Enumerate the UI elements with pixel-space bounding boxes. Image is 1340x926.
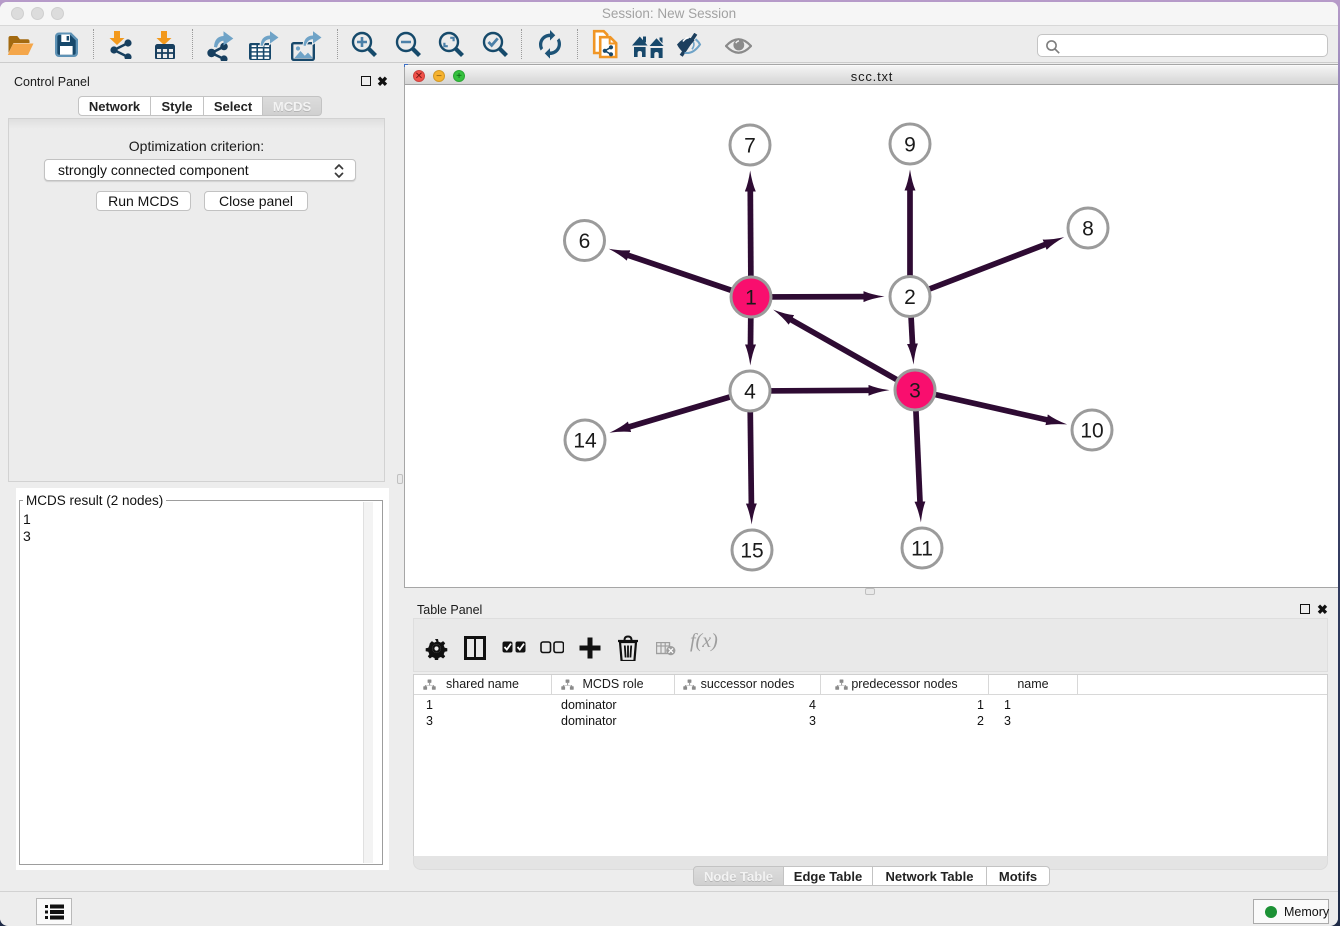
svg-text:2: 2	[904, 286, 916, 309]
svg-text:8: 8	[1082, 218, 1094, 241]
svg-text:3: 3	[909, 380, 921, 403]
svg-text:10: 10	[1080, 420, 1103, 443]
svg-text:7: 7	[744, 135, 756, 158]
svg-text:9: 9	[904, 134, 916, 157]
svg-text:15: 15	[740, 540, 763, 563]
svg-text:4: 4	[744, 381, 756, 404]
svg-text:11: 11	[911, 538, 933, 561]
svg-text:6: 6	[579, 230, 591, 253]
svg-text:14: 14	[573, 430, 597, 453]
svg-text:1: 1	[745, 287, 757, 310]
